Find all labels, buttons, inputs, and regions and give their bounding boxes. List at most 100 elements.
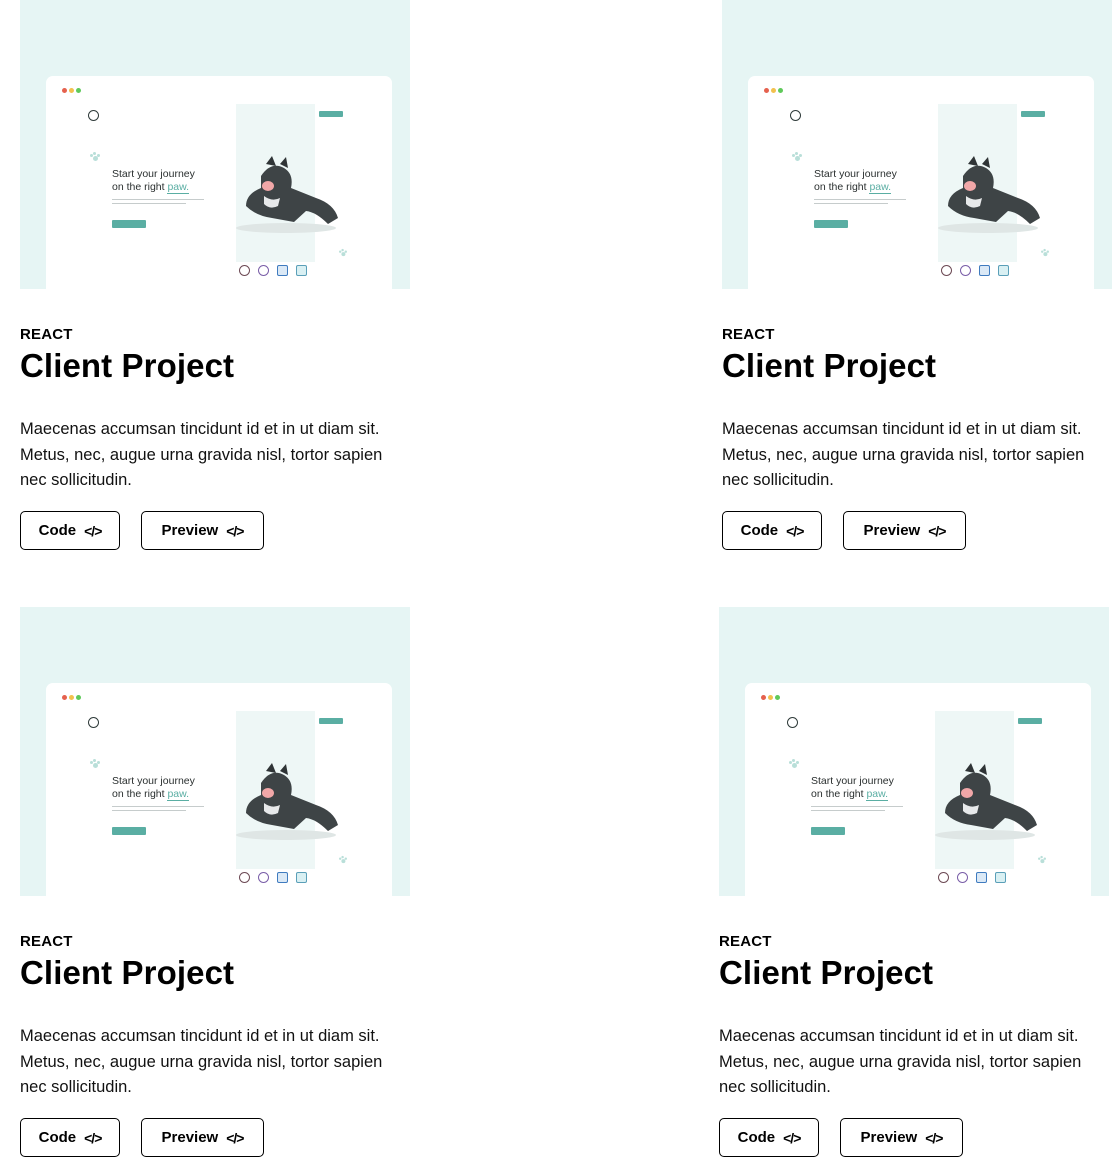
hero-text-line: [112, 806, 204, 807]
project-category: REACT: [719, 933, 772, 950]
preview-button[interactable]: Preview </>: [843, 511, 966, 550]
window-minimize-dot: [771, 88, 776, 93]
hero-text-line: [112, 199, 204, 200]
window-maximize-dot: [76, 88, 81, 93]
project-description: Maecenas accumsan tincidunt id et in ut …: [20, 420, 383, 489]
dog-image: [938, 156, 1040, 233]
paw-print-icon: [792, 152, 802, 161]
preview-button[interactable]: Preview </>: [141, 511, 264, 550]
project-thumbnail[interactable]: Start your journey on the right paw.: [719, 607, 1109, 896]
project-title: Client Project: [722, 347, 937, 384]
hero-text-line: [112, 203, 186, 204]
browser-mockup: Start your journey on the right paw.: [745, 683, 1091, 896]
certificate-icon: [995, 872, 1006, 883]
code-brackets-icon: </>: [84, 1129, 102, 1146]
award-badge-icon: [258, 265, 269, 276]
code-button[interactable]: Code </>: [20, 1118, 120, 1157]
dog-image: [935, 763, 1037, 840]
dog-image: [236, 156, 338, 233]
window-maximize-dot: [76, 695, 81, 700]
window-maximize-dot: [778, 88, 783, 93]
hero-heading-line1: Start your journey: [811, 775, 894, 787]
window-close-dot: [761, 695, 766, 700]
badge-row: [239, 265, 307, 276]
badge-row: [239, 872, 307, 883]
project-category: REACT: [722, 326, 775, 343]
paw-print-icon: [1041, 248, 1049, 257]
code-brackets-icon: </>: [783, 1129, 801, 1146]
certificate-icon: [277, 265, 288, 276]
code-button-label: Code: [38, 522, 77, 539]
hero-button: [112, 827, 146, 835]
browser-mockup: Start your journey on the right paw.: [748, 76, 1094, 289]
project-description: Maecenas accumsan tincidunt id et in ut …: [722, 420, 1085, 489]
certificate-icon: [998, 265, 1009, 276]
code-button[interactable]: Code </>: [20, 511, 120, 550]
certificate-icon: [277, 872, 288, 883]
award-badge-icon: [258, 872, 269, 883]
paw-print-icon: [90, 759, 100, 768]
browser-mockup: Start your journey on the right paw.: [46, 683, 392, 896]
browser-mockup: Start your journey on the right paw.: [46, 76, 392, 289]
project-title: Client Project: [719, 954, 934, 991]
award-badge-icon: [957, 872, 968, 883]
code-button-label: Code: [740, 522, 779, 539]
code-brackets-icon: </>: [226, 1129, 244, 1146]
certificate-icon: [979, 265, 990, 276]
hero-text-line: [811, 810, 885, 811]
paw-print-icon: [1038, 855, 1046, 864]
hero-accent-word: paw.: [167, 181, 190, 194]
preview-button-label: Preview: [863, 522, 921, 539]
project-thumbnail[interactable]: Start your journey on the right paw.: [20, 0, 410, 289]
code-button-label: Code: [38, 1129, 77, 1146]
window-close-dot: [764, 88, 769, 93]
preview-button[interactable]: Preview </>: [141, 1118, 264, 1157]
hero-text-line: [814, 203, 888, 204]
paw-print-icon: [339, 855, 347, 864]
hero-button: [811, 827, 845, 835]
certificate-icon: [976, 872, 987, 883]
project-thumbnail[interactable]: Start your journey on the right paw.: [20, 607, 410, 896]
certificate-icon: [296, 872, 307, 883]
project-category: REACT: [20, 933, 73, 950]
hero-heading-line1: Start your journey: [112, 168, 195, 180]
code-button-label: Code: [737, 1129, 776, 1146]
award-badge-icon: [239, 872, 250, 883]
hero-heading-line2: on the right paw.: [814, 181, 892, 194]
mock-cta-button: [319, 718, 343, 724]
preview-button-label: Preview: [860, 1129, 918, 1146]
code-button[interactable]: Code </>: [722, 511, 822, 550]
hero-accent-word: paw.: [869, 181, 892, 194]
code-button[interactable]: Code </>: [719, 1118, 819, 1157]
award-badge-icon: [938, 872, 949, 883]
code-brackets-icon: </>: [226, 522, 244, 539]
hero-text-line: [811, 806, 903, 807]
hero-accent-word: paw.: [167, 788, 190, 801]
mock-cta-button: [319, 111, 343, 117]
mock-cta-button: [1018, 718, 1042, 724]
window-minimize-dot: [69, 695, 74, 700]
hero-button: [112, 220, 146, 228]
hero-heading-line2: on the right paw.: [112, 788, 190, 801]
code-brackets-icon: </>: [928, 522, 946, 539]
window-close-dot: [62, 88, 67, 93]
hero-accent-word: paw.: [866, 788, 889, 801]
project-title: Client Project: [20, 954, 235, 991]
badge-row: [941, 265, 1009, 276]
preview-button-label: Preview: [161, 522, 219, 539]
badge-row: [938, 872, 1006, 883]
code-brackets-icon: </>: [925, 1129, 943, 1146]
window-maximize-dot: [775, 695, 780, 700]
certificate-icon: [296, 265, 307, 276]
project-title: Client Project: [20, 347, 235, 384]
site-logo-icon: [88, 110, 99, 121]
award-badge-icon: [239, 265, 250, 276]
hero-text-line: [112, 810, 186, 811]
award-badge-icon: [960, 265, 971, 276]
hero-text-line: [814, 199, 906, 200]
code-brackets-icon: </>: [84, 522, 102, 539]
project-description: Maecenas accumsan tincidunt id et in ut …: [719, 1027, 1082, 1096]
project-thumbnail[interactable]: Start your journey on the right paw.: [722, 0, 1112, 289]
preview-button[interactable]: Preview </>: [840, 1118, 963, 1157]
award-badge-icon: [941, 265, 952, 276]
